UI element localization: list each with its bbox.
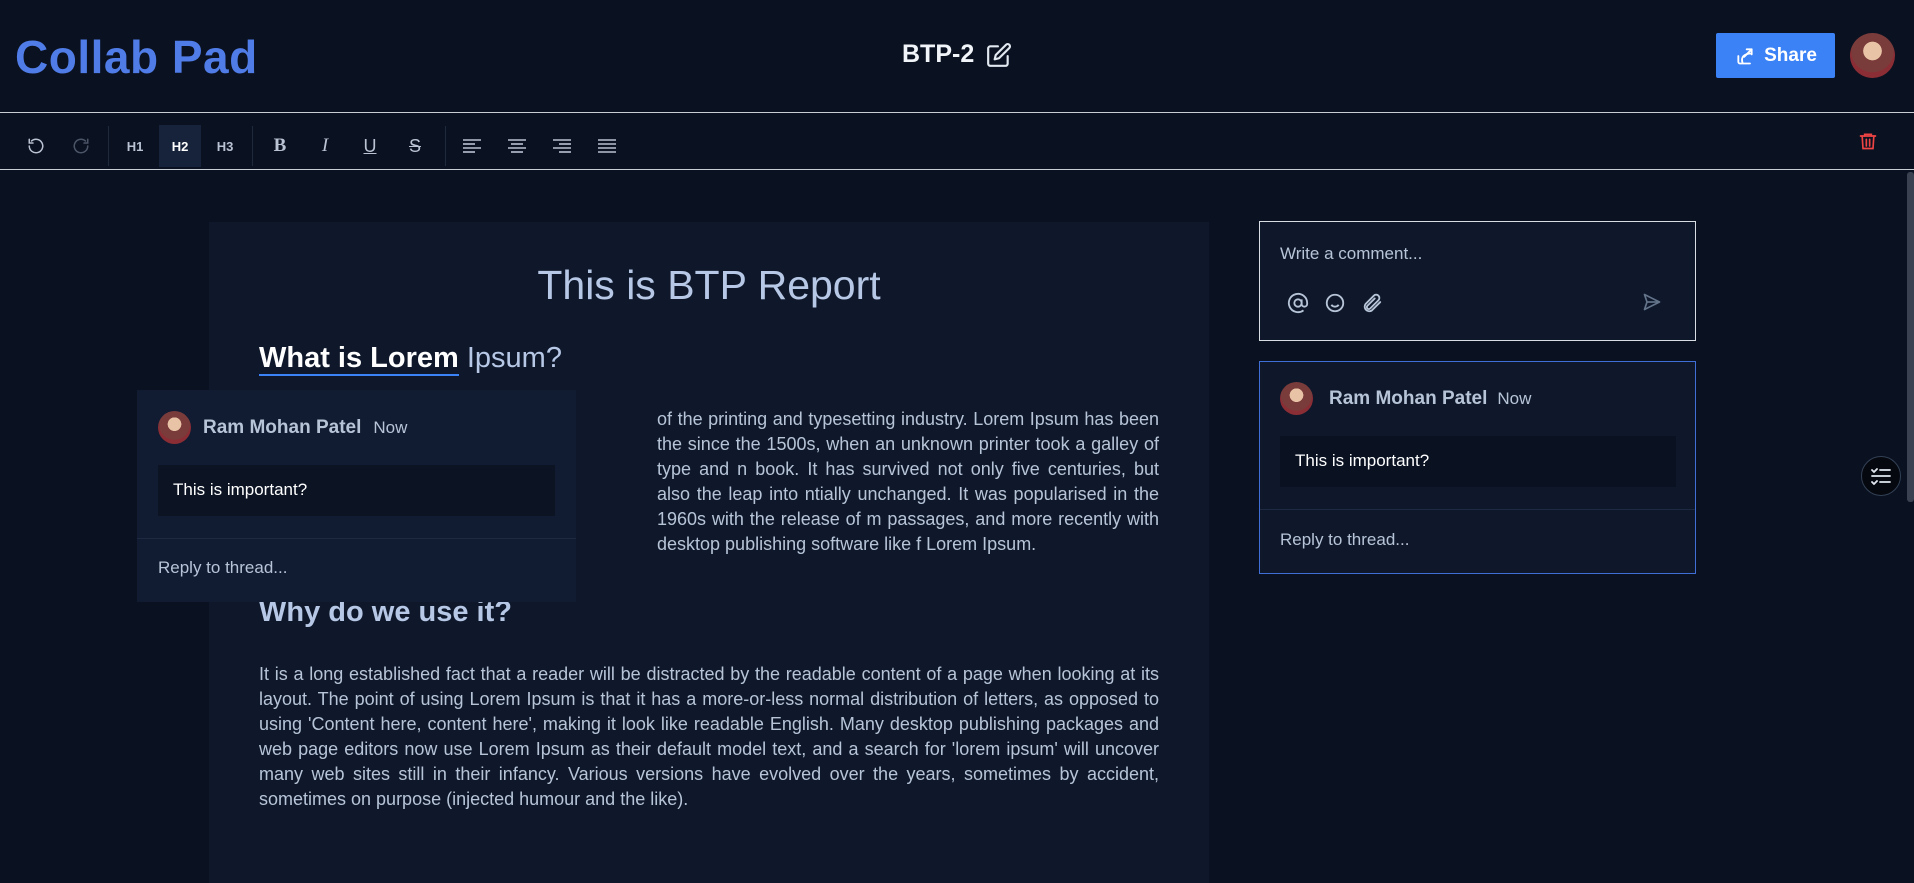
undo-button[interactable] <box>15 125 57 167</box>
section-heading-rest: Ipsum? <box>458 342 562 374</box>
app-header: Collab Pad BTP-2 Share <box>0 0 1914 113</box>
comment-author: Ram Mohan Patel Now <box>1280 382 1531 415</box>
comment-text: This is important? <box>158 465 555 516</box>
comment-author-name: Ram Mohan Patel <box>1329 387 1488 409</box>
toolbar-divider <box>252 126 253 166</box>
share-button-label: Share <box>1764 44 1817 66</box>
underline-button[interactable]: U <box>349 125 391 167</box>
avatar <box>1280 382 1313 415</box>
emoji-icon[interactable] <box>1324 292 1346 319</box>
align-center-button[interactable] <box>496 125 538 167</box>
divider <box>1260 509 1695 510</box>
commented-text-highlight[interactable]: What is Lorem <box>259 342 459 376</box>
toolbar-divider <box>108 126 109 166</box>
toolbar-divider <box>445 126 446 166</box>
comment-timestamp: Now <box>373 417 408 437</box>
share-icon <box>1737 47 1753 64</box>
undo-icon <box>28 138 44 154</box>
send-icon[interactable] <box>1642 292 1662 317</box>
scrollbar[interactable] <box>1907 172 1914 502</box>
align-left-icon <box>463 139 481 153</box>
app-logo[interactable]: Collab Pad <box>15 30 258 84</box>
share-button[interactable]: Share <box>1716 33 1835 78</box>
document-title: BTP-2 <box>902 40 975 68</box>
delete-document-button[interactable] <box>1858 130 1878 157</box>
mention-icon[interactable] <box>1287 292 1309 319</box>
comment-input[interactable] <box>1280 244 1660 264</box>
trash-icon <box>1859 133 1877 150</box>
comment-author-name: Ram Mohan Patel <box>203 416 362 438</box>
attachment-icon[interactable] <box>1361 292 1383 319</box>
inline-comment-popup: Ram Mohan Patel Now This is important? R… <box>137 390 576 602</box>
edit-title-icon[interactable] <box>986 42 1012 68</box>
document-title-area: BTP-2 <box>902 40 1012 69</box>
heading-2-button[interactable]: H2 <box>159 125 201 167</box>
heading-3-button[interactable]: H3 <box>204 125 246 167</box>
align-justify-icon <box>598 139 616 153</box>
avatar <box>158 411 191 444</box>
strikethrough-button[interactable]: S <box>394 125 436 167</box>
comment-author: Ram Mohan Patel Now <box>158 411 407 444</box>
reply-to-thread-input[interactable]: Reply to thread... <box>158 558 287 578</box>
document-heading[interactable]: This is BTP Report <box>209 262 1209 309</box>
align-right-icon <box>553 139 571 153</box>
heading-1-button[interactable]: H1 <box>114 125 156 167</box>
new-comment-box <box>1259 221 1696 341</box>
comment-timestamp: Now <box>1497 388 1532 408</box>
align-right-button[interactable] <box>541 125 583 167</box>
toggle-comments-button[interactable] <box>1861 456 1901 496</box>
section-paragraph[interactable]: It is a long established fact that a rea… <box>259 662 1159 812</box>
section-heading-what-is-lorem[interactable]: What is Lorem Ipsum? <box>259 342 562 376</box>
redo-button[interactable] <box>60 125 102 167</box>
divider <box>137 538 576 539</box>
reply-to-thread-input[interactable]: Reply to thread... <box>1280 530 1409 550</box>
redo-icon <box>73 138 89 154</box>
editor-toolbar: H1 H2 H3 B I U S <box>0 114 1914 170</box>
align-center-icon <box>508 139 526 153</box>
user-avatar[interactable] <box>1850 33 1895 78</box>
bold-button[interactable]: B <box>259 125 301 167</box>
italic-button[interactable]: I <box>304 125 346 167</box>
comments-list-icon <box>1871 468 1891 485</box>
align-justify-button[interactable] <box>586 125 628 167</box>
comment-thread[interactable]: Ram Mohan Patel Now This is important? R… <box>1259 361 1696 574</box>
comment-text: This is important? <box>1280 436 1676 487</box>
align-left-button[interactable] <box>451 125 493 167</box>
